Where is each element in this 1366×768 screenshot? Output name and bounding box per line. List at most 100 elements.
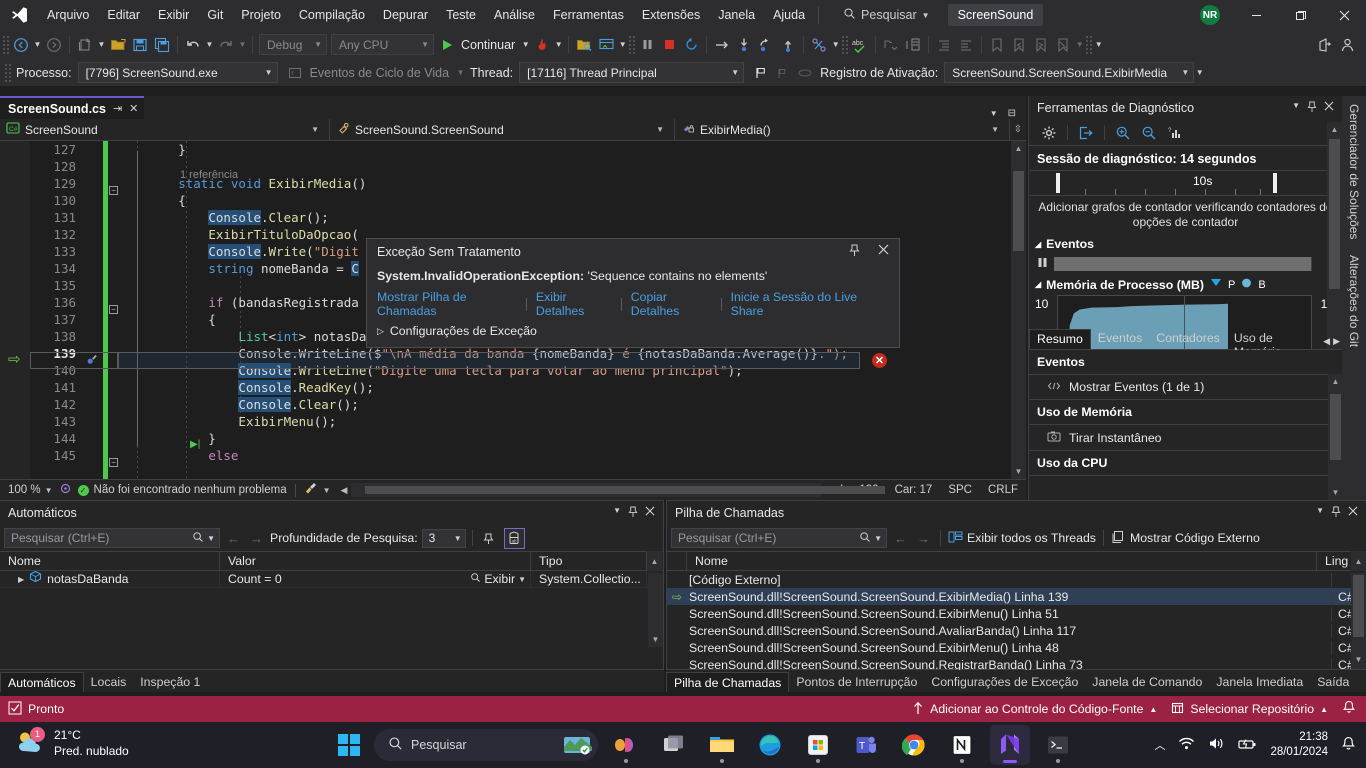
weather-widget[interactable]: 1 21°C Pred. nublado [16,726,129,759]
menu-editar[interactable]: Editar [98,0,149,30]
spaces-indicator[interactable]: SPC [940,484,980,496]
menu-depurar[interactable]: Depurar [374,0,437,30]
taskbar-clock[interactable]: 21:38 28/01/2024 [1270,730,1328,760]
undo-icon[interactable] [182,33,204,57]
comment-icon[interactable] [880,33,902,57]
chevron-down-icon[interactable]: ▼ [518,571,526,588]
notification-bell-icon[interactable] [1342,700,1356,718]
close-button[interactable] [1322,0,1366,30]
solution-configuration-dropdown[interactable]: Debug ▼ [259,34,327,55]
menu-ferramentas[interactable]: Ferramentas [544,0,633,30]
solution-platform-dropdown[interactable]: Any CPU ▼ [331,34,434,55]
panel-tab-automaticos[interactable]: Automáticos [0,672,84,692]
avatar[interactable]: NR [1200,5,1220,25]
exception-helper-popup[interactable]: Exceção Sem Tratamento System.InvalidOpe… [366,238,900,348]
zoom-out-icon[interactable] [1137,122,1161,144]
hscroll-left-icon[interactable]: ◀ [331,485,348,496]
chevron-down-icon[interactable]: ▼ [1316,506,1324,521]
toolbar-grip[interactable] [4,62,12,83]
scrollbar-thumb[interactable] [1353,575,1364,637]
panel-tab-inspecao-1[interactable]: Inspeção 1 [133,672,207,692]
redo-caret-icon[interactable]: ▼ [237,40,248,49]
panel-tab-locais[interactable]: Locais [84,672,134,692]
diag-tab-uso-de-memoria[interactable]: Uso de Memória [1227,329,1323,359]
diag-tab-eventos[interactable]: Eventos [1091,329,1149,349]
error-indicator-icon[interactable]: ✕ [872,353,887,368]
step-up-icon[interactable] [777,33,799,57]
taskbar-app-terminal[interactable] [1038,725,1078,765]
diagnostics-timeline[interactable]: 10s [1030,170,1341,196]
undo-caret-icon[interactable]: ▼ [204,40,215,49]
autos-row-name-cell[interactable]: ▶ notasDaBanda [0,570,220,588]
new-item-icon[interactable] [74,33,96,57]
pin-icon[interactable]: ⇥ [113,102,122,115]
menu-projeto[interactable]: Projeto [232,0,290,30]
scroll-up-icon[interactable]: ▲ [1328,374,1343,389]
bookmark-previous-icon[interactable] [1008,33,1030,57]
scrollbar-thumb[interactable] [1013,171,1024,251]
code-line-143[interactable]: 143 ExibirMenu(); [0,413,1026,430]
taskbar-search-input[interactable]: Pesquisar [374,729,598,761]
menu-compilacao[interactable]: Compilação [290,0,374,30]
editor-horizontal-scrollbar[interactable] [351,483,886,497]
scroll-up-icon[interactable]: ▲ [1011,141,1026,156]
gear-icon[interactable] [1037,122,1061,144]
code-line-142[interactable]: 142 Console.Clear(); [0,396,1026,413]
summary-list-scrollbar[interactable]: ▲ ▼ [1328,374,1343,500]
toolbar-grip[interactable] [841,34,850,55]
panel-tab-configuracoes-de-excecao[interactable]: Configurações de Exceção [924,672,1085,692]
taskbar-app-teams[interactable]: T [846,725,886,765]
close-icon[interactable] [645,506,655,521]
menu-ajuda[interactable]: Ajuda [764,0,814,30]
toolbar-grip[interactable] [628,34,637,55]
copy-details-link[interactable]: Copiar Detalhes [622,290,721,318]
hot-reload-icon[interactable] [531,33,553,57]
select-counters-icon[interactable]: ? [1163,122,1187,144]
show-all-threads-icon[interactable] [948,530,963,547]
call-stack-scrollbar[interactable]: ▼ [1351,573,1366,669]
pin-icon[interactable] [1331,506,1341,521]
editor-vertical-scrollbar[interactable]: ▲ ▼ [1011,141,1026,479]
breakpoint-lightbulb-icon[interactable] [84,353,98,370]
taskbar-app-edge[interactable] [750,725,790,765]
diagnostics-memory-section[interactable]: ◢ Memória de Processo (MB) P B [1029,274,1342,295]
tab-scroll-left-icon[interactable]: ◀ [1323,336,1330,347]
outdent-icon[interactable] [955,33,977,57]
code-line-129[interactable]: 129 static void ExibirMedia() [0,175,1026,192]
diagnostics-events-section[interactable]: ◢ Eventos [1029,234,1342,254]
attach-process-icon[interactable] [573,33,595,57]
stackframe-dropdown[interactable]: ScreenSound.ScreenSound.ExibirMedia ▼ [944,62,1195,83]
nav-member-dropdown[interactable]: ExibirMedia() ▼ [675,118,1010,141]
sidetab-alteracoes-do-git[interactable]: Alterações do Git [1342,247,1366,355]
pin-all-icon[interactable] [479,528,500,549]
scroll-up-icon[interactable]: ▲ [1351,551,1366,571]
close-icon[interactable] [1324,101,1334,116]
code-line-144[interactable]: 144 } [0,430,1026,447]
share-icon[interactable] [1314,33,1336,57]
taskbar-app-notion[interactable] [942,725,982,765]
panel-tab-saida[interactable]: Saída [1310,672,1356,692]
collapse-region-136-icon[interactable]: − [109,305,118,314]
code-line-128[interactable]: 128 [0,158,1026,175]
step-out-of-icon[interactable] [755,33,777,57]
code-line-145[interactable]: 145 else [0,447,1026,464]
zoom-in-icon[interactable] [1111,122,1135,144]
search-previous-icon[interactable]: ← [224,531,243,546]
column-header-ling[interactable]: Ling [1317,551,1351,571]
code-line-127[interactable]: 127 } [0,141,1026,158]
call-stack-row[interactable]: ⇨ ScreenSound.dll!ScreenSound.ScreenSound… [667,588,1366,605]
back-dropdown-caret-icon[interactable]: ▼ [32,40,43,49]
panel-tab-janela-de-comando[interactable]: Janela de Comando [1085,672,1209,692]
export-icon[interactable] [1074,122,1098,144]
close-icon[interactable]: ✕ [129,102,138,115]
codelens-reference-count[interactable]: 1 referência [180,169,238,181]
menu-exibir[interactable]: Exibir [149,0,198,30]
nav-project-dropdown[interactable]: C# ScreenSound ▼ [0,118,330,141]
document-tab-screensound-cs[interactable]: ScreenSound.cs ⇥ ✕ [0,96,145,119]
continue-debug-icon[interactable] [436,33,458,57]
pin-icon[interactable] [628,506,638,521]
redo-icon[interactable] [215,33,237,57]
column-header-nome[interactable]: Nome [687,551,1317,571]
lifecycle-caret-icon[interactable]: ▼ [455,68,466,77]
call-stack-row[interactable]: ScreenSound.dll!ScreenSound.ScreenSound.… [667,605,1366,622]
